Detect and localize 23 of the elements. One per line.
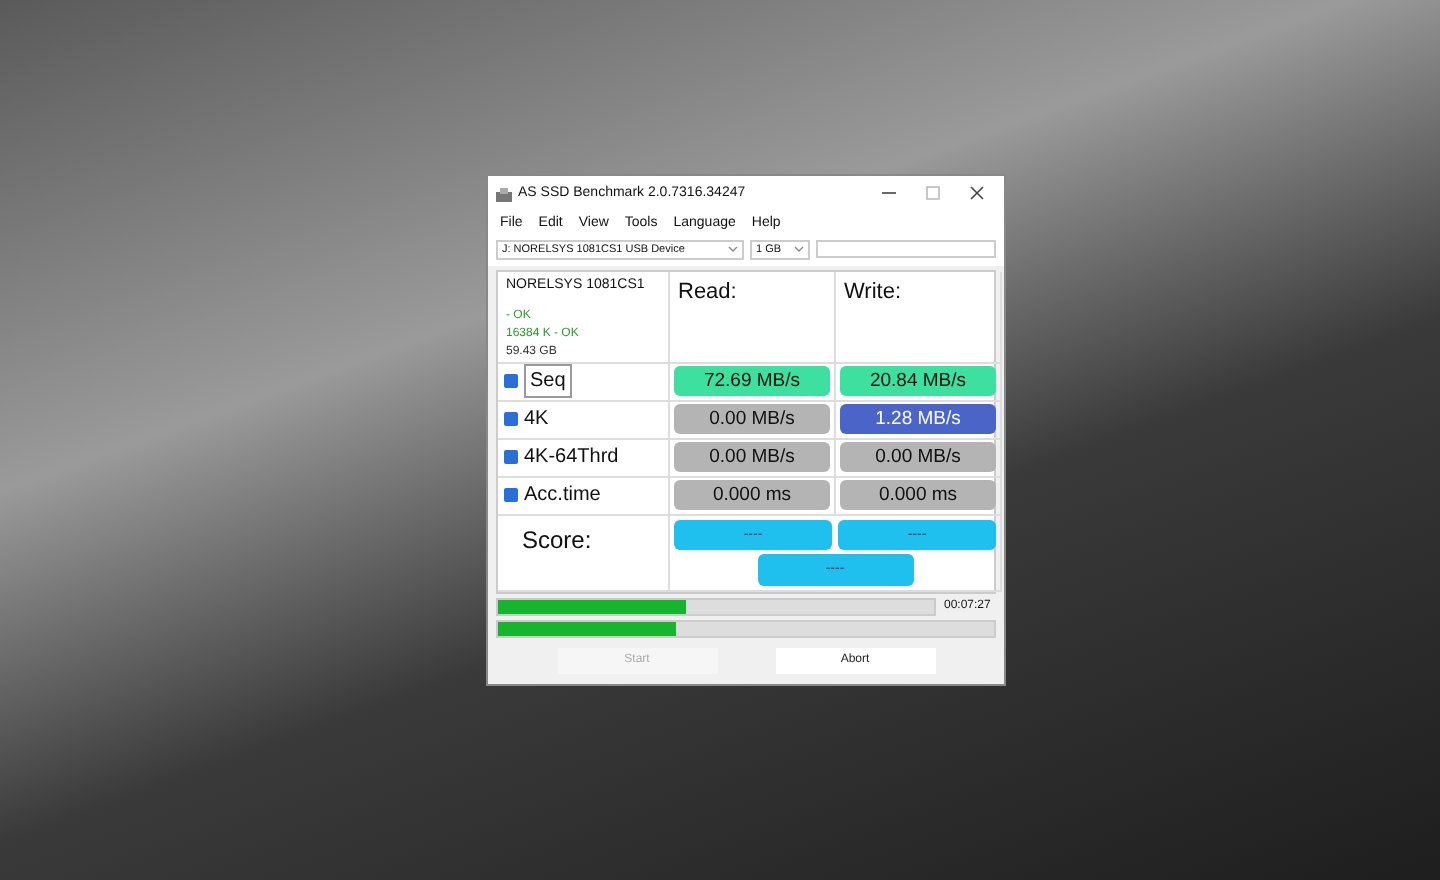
test-label: 4K [524, 406, 549, 435]
result-value: 72.69 MB/s [674, 366, 830, 397]
result-value: 0.00 MB/s [840, 442, 996, 473]
test-label: Acc.time [524, 482, 601, 511]
result-value: 0.000 ms [674, 480, 830, 511]
score-label: Score: [522, 525, 592, 554]
write-header: Write: [844, 279, 902, 304]
maximize-icon [926, 186, 940, 201]
test-label: Seq [524, 364, 572, 399]
result-value: 20.84 MB/s [840, 366, 996, 397]
result-value: 0.000 ms [840, 480, 996, 511]
read-header: Read: [678, 279, 737, 304]
checkbox[interactable] [504, 488, 518, 503]
text-field[interactable] [816, 239, 996, 257]
result-value: 0.00 MB/s [674, 442, 830, 473]
close-icon [970, 186, 984, 201]
result-value: 0.00 MB/s [674, 404, 830, 435]
drive-icon [496, 187, 512, 201]
checkbox[interactable] [504, 412, 518, 427]
checkbox[interactable] [504, 374, 518, 389]
result-value: 1.28 MB/s [840, 404, 996, 435]
checkbox[interactable] [504, 450, 518, 465]
test-label: 4K-64Thrd [524, 444, 619, 473]
